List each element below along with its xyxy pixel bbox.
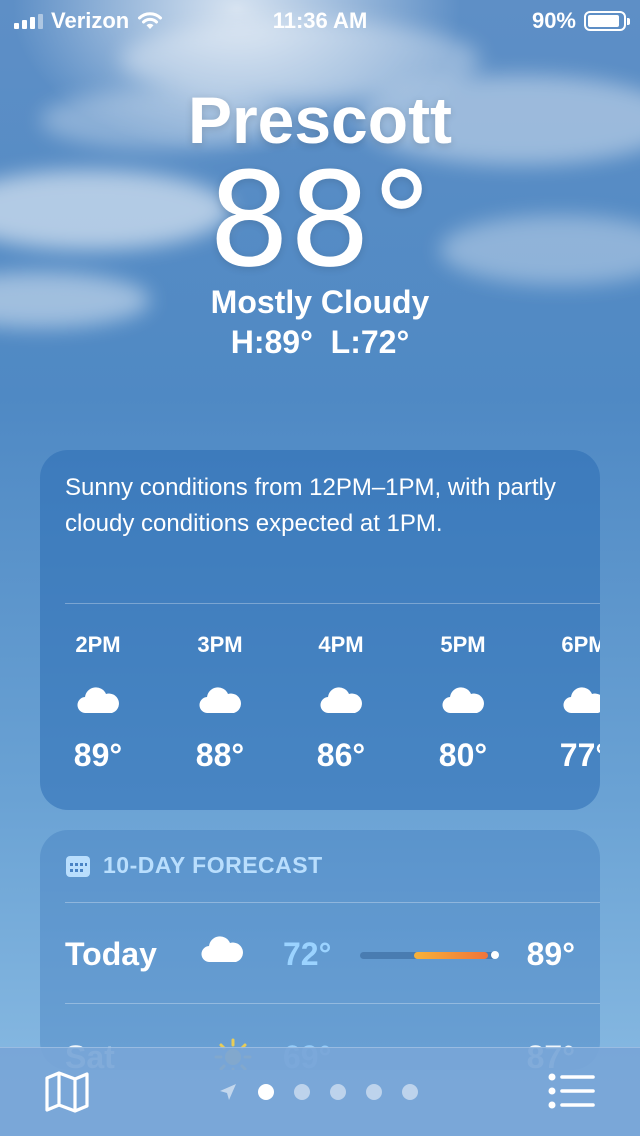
cloud-icon: [201, 936, 243, 963]
list-icon[interactable]: [548, 1072, 596, 1110]
ten-day-forecast-card[interactable]: 10-DAY FORECAST Today 72° 89° Sat 69° 87…: [40, 830, 600, 1070]
hour-time: 5PM: [440, 632, 486, 657]
forecast-low: 72°: [283, 936, 332, 972]
forecast-day: Today: [65, 936, 157, 972]
page-dot[interactable]: [330, 1084, 346, 1100]
current-temperature: 88°: [207, 144, 434, 296]
cloud-icon: [442, 687, 484, 714]
divider: [65, 1003, 600, 1004]
hour-temp: 86°: [316, 737, 366, 773]
location-arrow-icon: [220, 1084, 236, 1100]
hourly-forecast-card[interactable]: Sunny conditions from 12PM–1PM, with par…: [40, 450, 600, 810]
forecast-title: 10-DAY FORECAST: [103, 852, 323, 878]
hour-time: 2PM: [75, 632, 121, 657]
hourly-summary: Sunny conditions from 12PM–1PM, with par…: [65, 474, 556, 537]
calendar-icon: [66, 855, 90, 877]
page-dot[interactable]: [258, 1084, 274, 1100]
forecast-row-today[interactable]: Today 72° 89°: [65, 920, 575, 990]
hour-item: 2PM 89°: [48, 625, 148, 775]
cloud-icon: [563, 687, 600, 714]
hour-time: 6PM: [561, 632, 600, 657]
hour-time: 4PM: [318, 632, 364, 657]
hour-item: 4PM 86°: [291, 625, 391, 775]
battery-percent: 90%: [531, 8, 576, 33]
page-dot[interactable]: [402, 1084, 418, 1100]
page-dot[interactable]: [294, 1084, 310, 1100]
hour-item: 3PM 88°: [170, 625, 270, 775]
forecast-header: 10-DAY FORECAST: [65, 852, 323, 879]
hour-temp: 88°: [195, 737, 245, 773]
cloud-icon: [199, 687, 241, 714]
hour-temp: 80°: [438, 737, 488, 773]
hour-item: 5PM 80°: [413, 625, 513, 775]
forecast-high: 89°: [526, 936, 575, 972]
hour-time: 3PM: [197, 632, 243, 657]
hour-temp: 89°: [73, 737, 123, 773]
map-icon[interactable]: [44, 1070, 90, 1114]
high-low: H:89° L:72°: [230, 324, 410, 360]
battery-group: 90%: [531, 8, 630, 34]
cloud-icon: [320, 687, 362, 714]
divider: [65, 603, 600, 604]
bottom-toolbar: [0, 1047, 640, 1136]
status-bar: Verizon 11:36 AM 90%: [0, 0, 640, 40]
page-indicator[interactable]: [218, 1082, 418, 1102]
cloud-icon: [77, 687, 119, 714]
hour-temp: 77°: [559, 737, 600, 773]
hourly-scroll[interactable]: 2PM 89° 3PM 88° 4PM 86° 5PM 80° 6PM 77°: [40, 625, 600, 795]
battery-icon: [584, 11, 630, 31]
current-condition: Mostly Cloudy: [210, 284, 430, 320]
page-dot[interactable]: [366, 1084, 382, 1100]
divider: [65, 902, 600, 903]
temperature-range-bar: [360, 951, 499, 959]
current-temp-dot: [491, 951, 499, 959]
hour-item: 6PM 77°: [534, 625, 600, 775]
